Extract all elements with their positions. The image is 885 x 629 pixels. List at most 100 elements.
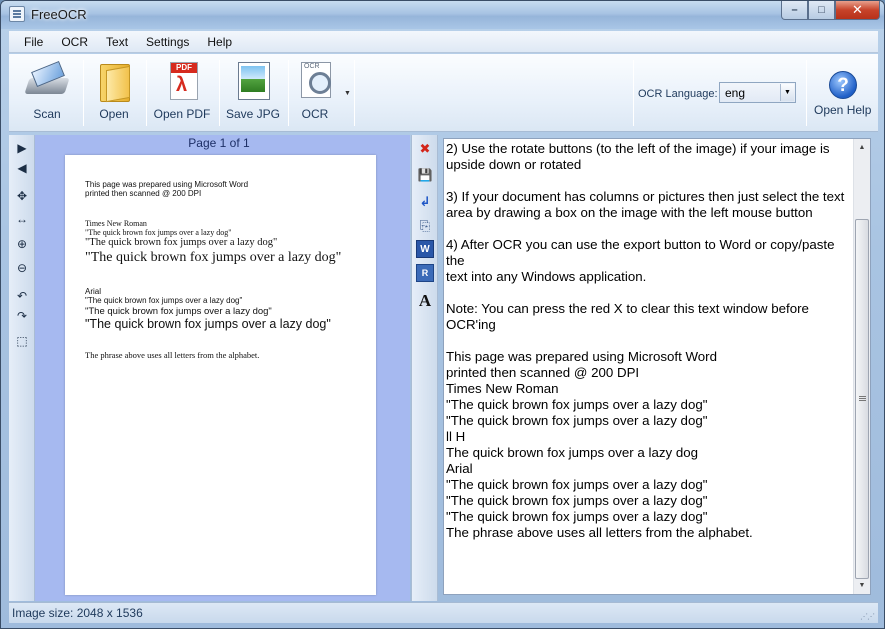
scanner-icon	[25, 60, 69, 102]
fit-width-icon[interactable]: ↔	[12, 209, 32, 229]
ocr-text-line: 2) Use the rotate buttons (to the left o…	[446, 141, 830, 156]
ocr-text-line: ll H	[446, 429, 466, 444]
ocr-text-area[interactable]: 2) Use the rotate buttons (to the left o…	[443, 138, 871, 595]
status-bar: Image size: 2048 x 1536 ⋰⋰	[9, 602, 878, 623]
page-indicator: Page 1 of 1	[188, 136, 250, 150]
toolbar-separator	[219, 60, 220, 126]
minimize-button[interactable]: –	[781, 1, 808, 20]
pdf-icon	[160, 60, 204, 102]
ocr-text-line	[446, 221, 854, 237]
menu-settings[interactable]: Settings	[137, 35, 198, 49]
window-controls: – □ ✕	[781, 1, 880, 20]
zoom-out-icon[interactable]: ⊖	[12, 258, 32, 278]
menu-file[interactable]: File	[15, 35, 52, 49]
open-button[interactable]: Open	[89, 60, 139, 126]
next-page-icon[interactable]: ▶	[12, 138, 32, 158]
ocr-text-line: The phrase above uses all letters from t…	[446, 525, 753, 540]
export-rtf-icon[interactable]: R	[416, 264, 434, 282]
page-text-line: The phrase above uses all letters from t…	[85, 350, 260, 360]
menu-help[interactable]: Help	[198, 35, 241, 49]
page-text-line: "The quick brown fox jumps over a lazy d…	[85, 237, 278, 248]
ocr-text-line: 4) After OCR you can use the export butt…	[446, 237, 835, 268]
scroll-up-icon[interactable]: ▲	[854, 139, 870, 156]
close-button[interactable]: ✕	[835, 1, 880, 20]
open-pdf-button[interactable]: Open PDF	[151, 60, 213, 126]
page-text-line: "The quick brown fox jumps over a lazy d…	[85, 250, 342, 265]
toolbar-separator	[288, 60, 289, 126]
ocr-text-line	[446, 285, 854, 301]
ocr-language-select[interactable]: eng ▼	[719, 82, 796, 103]
maximize-button[interactable]: □	[808, 1, 835, 20]
ocr-text-line	[446, 333, 854, 349]
page-text-line: printed then scanned @ 200 DPI	[85, 189, 202, 198]
toolbar: Scan Open Open PDF Save JPG OCR ▼ OCR La…	[9, 54, 878, 132]
open-help-button[interactable]: Open Help	[814, 103, 871, 117]
previous-page-icon[interactable]: ◀	[12, 158, 32, 178]
help-icon[interactable]: ?	[829, 71, 857, 99]
page-text-line: "The quick brown fox jumps over a lazy d…	[85, 306, 272, 317]
export-word-icon[interactable]: W	[416, 240, 434, 258]
rotate-left-icon[interactable]: ↶	[12, 286, 32, 306]
ocr-text-line: Arial	[446, 461, 473, 476]
ocr-text-line: "The quick brown fox jumps over a lazy d…	[446, 413, 708, 428]
ocr-text-line: "The quick brown fox jumps over a lazy d…	[446, 493, 708, 508]
text-tools-strip: ✖ 💾 ↲ ⎘ W R A	[411, 135, 438, 601]
rotate-right-icon[interactable]: ↷	[12, 306, 32, 326]
menu-ocr[interactable]: OCR	[52, 35, 97, 49]
image-tools-strip: ▶ ◀ ✥ ↔ ⊕ ⊖ ↶ ↷ ⬚	[9, 135, 35, 601]
insert-newline-icon[interactable]: ↲	[416, 193, 434, 211]
image-icon	[231, 60, 275, 102]
ocr-text-line: The quick brown fox jumps over a lazy do…	[446, 445, 699, 460]
ocr-text-line: Note: You can press the red X to clear t…	[446, 301, 809, 316]
toolbar-separator	[806, 60, 807, 126]
toolbar-separator	[146, 60, 147, 126]
ocr-text-content[interactable]: 2) Use the rotate buttons (to the left o…	[446, 141, 854, 541]
chevron-down-icon[interactable]: ▼	[780, 84, 794, 101]
scroll-thumb[interactable]	[855, 219, 869, 579]
page-text-line: "The quick brown fox jumps over a lazy d…	[85, 317, 331, 331]
image-size-status: Image size: 2048 x 1536	[12, 606, 143, 620]
ocr-text-line: printed then scanned @ 200 DPI	[446, 365, 640, 380]
window-title: FreeOCR	[31, 7, 87, 22]
open-label: Open	[99, 107, 129, 121]
menu-text[interactable]: Text	[97, 35, 137, 49]
ocr-text-line: "The quick brown fox jumps over a lazy d…	[446, 477, 708, 492]
save-jpg-label: Save JPG	[225, 107, 281, 121]
ocr-language-label: OCR Language:	[638, 88, 718, 100]
page-text-line: "The quick brown fox jumps over a lazy d…	[85, 296, 243, 305]
menu-bar: File OCR Text Settings Help	[9, 31, 878, 53]
save-text-icon[interactable]: 💾	[416, 166, 434, 184]
ocr-text-line: text into any Windows application.	[446, 269, 647, 284]
zoom-in-icon[interactable]: ⊕	[12, 234, 32, 254]
resize-grip-icon[interactable]: ⋰⋰	[860, 612, 875, 621]
ocr-language-value: eng	[725, 86, 746, 100]
ocr-text-line: 3) If your document has columns or pictu…	[446, 189, 845, 204]
image-pane[interactable]: Page 1 of 1 This page was prepared using…	[35, 135, 410, 601]
folder-icon	[92, 60, 136, 102]
toolbar-separator	[633, 60, 634, 126]
scanned-page[interactable]: This page was prepared using Microsoft W…	[65, 155, 376, 595]
scan-label: Scan	[33, 107, 61, 121]
ocr-button[interactable]: OCR	[293, 60, 337, 126]
vertical-scrollbar[interactable]: ▲ ▼	[853, 139, 870, 594]
font-icon[interactable]: A	[416, 291, 434, 310]
ocr-text-line: This page was prepared using Microsoft W…	[446, 349, 717, 364]
title-bar[interactable]: FreeOCR – □ ✕	[1, 1, 884, 29]
ocr-text-line: upside down or rotated	[446, 157, 582, 172]
toolbar-separator	[354, 60, 355, 126]
save-jpg-button[interactable]: Save JPG	[225, 60, 281, 126]
pan-icon[interactable]: ✥	[12, 186, 32, 206]
clear-text-icon[interactable]: ✖	[416, 140, 434, 158]
ocr-text-line: area by drawing a box on the image with …	[446, 205, 813, 220]
copy-icon[interactable]: ⎘	[416, 217, 434, 235]
ocr-text-line: "The quick brown fox jumps over a lazy d…	[446, 509, 708, 524]
ocr-text-line: Times New Roman	[446, 381, 559, 396]
ocr-text-line: "The quick brown fox jumps over a lazy d…	[446, 397, 708, 412]
ocr-dropdown-arrow-icon[interactable]: ▼	[344, 90, 351, 97]
scroll-down-icon[interactable]: ▼	[854, 577, 870, 594]
app-icon	[9, 6, 25, 22]
scan-button[interactable]: Scan	[17, 60, 77, 126]
select-area-icon[interactable]: ⬚	[12, 331, 32, 351]
ocr-label: OCR	[301, 107, 329, 121]
ocr-text-line: OCR'ing	[446, 317, 496, 332]
